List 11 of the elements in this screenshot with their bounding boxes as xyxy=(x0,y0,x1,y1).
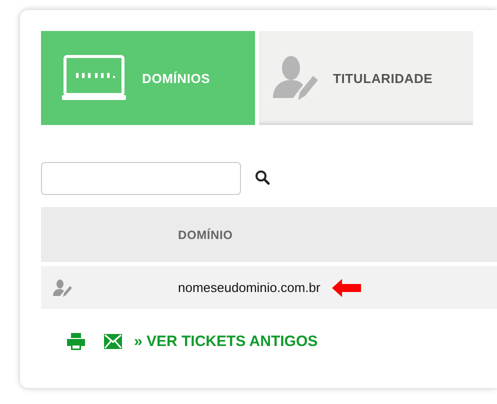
tab[interactable]: TITULARIDADE xyxy=(259,31,473,125)
mail-icon[interactable] xyxy=(104,334,122,349)
laptop-icon xyxy=(62,55,126,101)
person-edit-icon[interactable] xyxy=(53,278,73,296)
domain-cell: nomeseudominio.com.br xyxy=(178,280,320,295)
old-tickets-link[interactable]: » VER TICKETS ANTIGOS xyxy=(134,333,318,350)
column-header: DOMÍNIO xyxy=(178,228,233,242)
search-field[interactable] xyxy=(41,162,241,195)
tab[interactable]: DOMÍNIOS xyxy=(41,31,255,125)
print-icon[interactable] xyxy=(67,333,85,350)
search-icon[interactable] xyxy=(255,170,270,184)
